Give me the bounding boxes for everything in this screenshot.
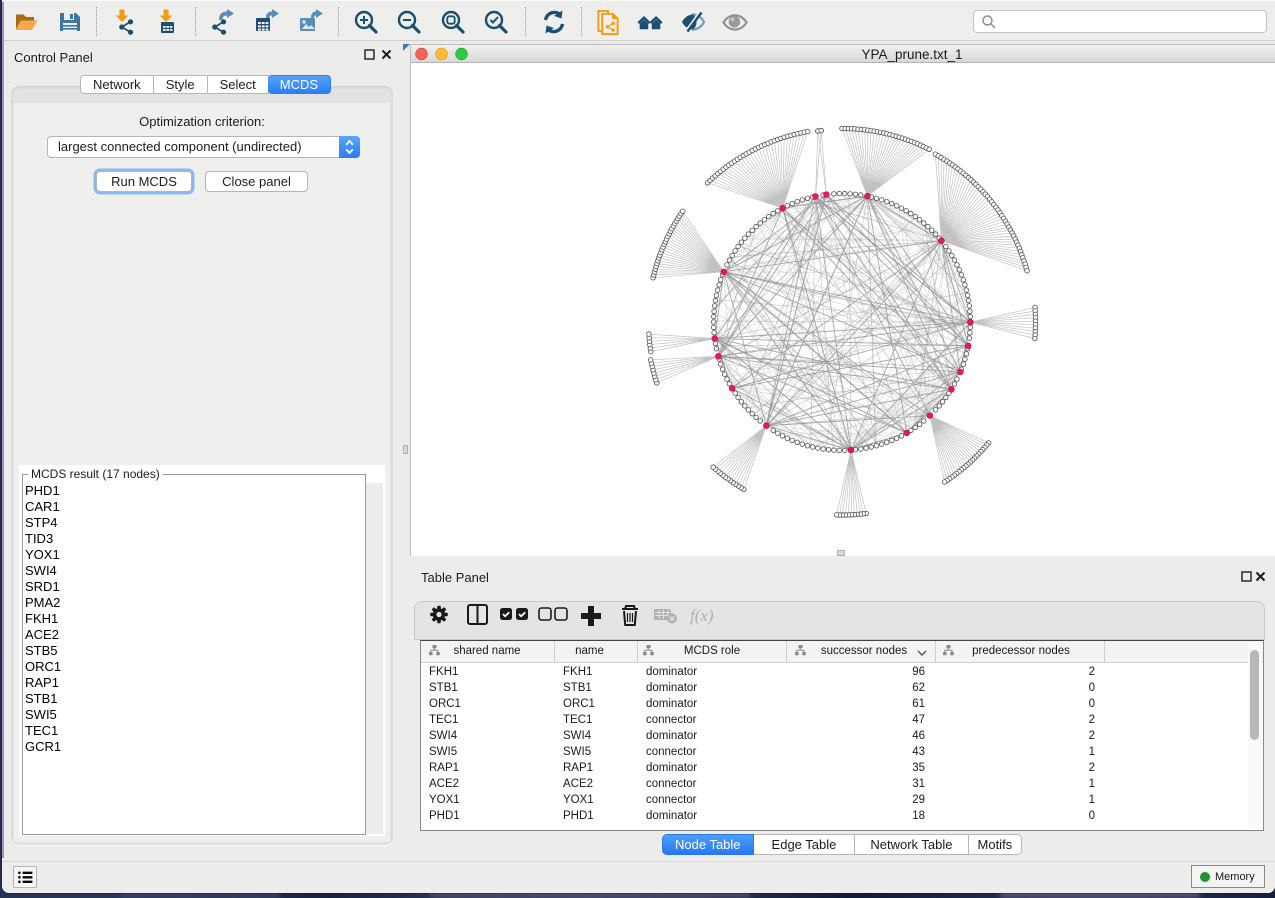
svg-text:f(x): f(x) (690, 606, 714, 625)
